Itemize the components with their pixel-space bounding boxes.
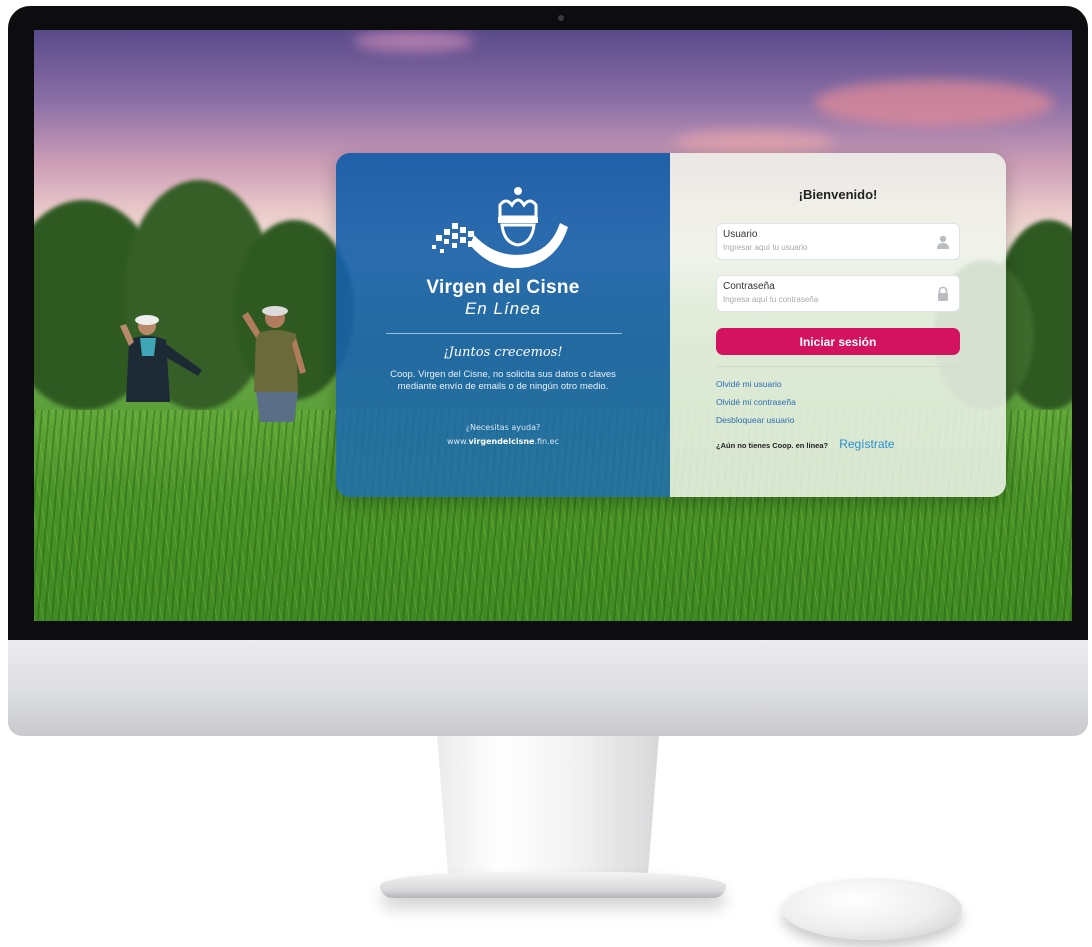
login-form-panel: ¡Bienvenido! Usuario Contraseña Iniciar … — [670, 153, 1006, 497]
unlock-user-link[interactable]: Desbloquear usuario — [716, 415, 794, 425]
security-notice: Coop. Virgen del Cisne, no solicita sus … — [390, 369, 616, 392]
website-link[interactable]: www.virgendelcisne.fin.ec — [336, 437, 670, 446]
form-divider — [716, 366, 960, 367]
cloud — [674, 130, 834, 154]
register-link[interactable]: Regístrate — [839, 437, 894, 451]
lock-icon — [938, 286, 948, 301]
login-card: Virgen del Cisne En Línea ¡Juntos crecem… — [336, 153, 1006, 497]
camera-icon — [558, 15, 564, 21]
password-label: Contraseña — [723, 281, 775, 292]
monitor-foot — [380, 872, 726, 898]
cloud — [814, 80, 1054, 126]
monitor-chin — [8, 640, 1088, 736]
crown-swan-logo-icon — [432, 187, 568, 269]
mouse-image — [782, 878, 962, 940]
brand-name: Virgen del Cisne — [426, 277, 580, 298]
brand-divider — [386, 333, 622, 334]
user-icon — [937, 235, 949, 249]
welcome-title: ¡Bienvenido! — [798, 187, 878, 202]
help-text: ¿Necesitas ayuda? — [465, 423, 541, 432]
cloud — [354, 30, 474, 52]
register-question: ¿Aún no tienes Coop. en línea? — [716, 441, 829, 450]
username-label: Usuario — [723, 229, 758, 240]
login-button[interactable]: Iniciar sesión — [716, 328, 960, 355]
register-row: ¿Aún no tienes Coop. en línea? Regístrat… — [716, 433, 976, 452]
password-input[interactable] — [723, 295, 923, 304]
brand-subtitle: En Línea — [464, 299, 542, 318]
brand-panel: Virgen del Cisne En Línea ¡Juntos crecem… — [336, 153, 670, 497]
slogan: ¡Juntos crecemos! — [443, 345, 563, 360]
forgot-password-link[interactable]: Olvidé mi contraseña — [716, 397, 796, 407]
website-prefix: www. — [447, 437, 469, 446]
website-suffix: .fin.ec — [534, 437, 559, 446]
forgot-username-link[interactable]: Olvidé mi usuario — [716, 379, 782, 389]
farmer-image — [120, 315, 202, 402]
username-input[interactable] — [723, 243, 923, 252]
website-domain: virgendelcisne — [468, 437, 535, 446]
monitor-stand — [437, 736, 659, 886]
password-field[interactable]: Contraseña — [716, 275, 960, 312]
farmer-image — [242, 306, 306, 422]
screen: Virgen del Cisne En Línea ¡Juntos crecem… — [34, 30, 1072, 621]
username-field[interactable]: Usuario — [716, 223, 960, 260]
